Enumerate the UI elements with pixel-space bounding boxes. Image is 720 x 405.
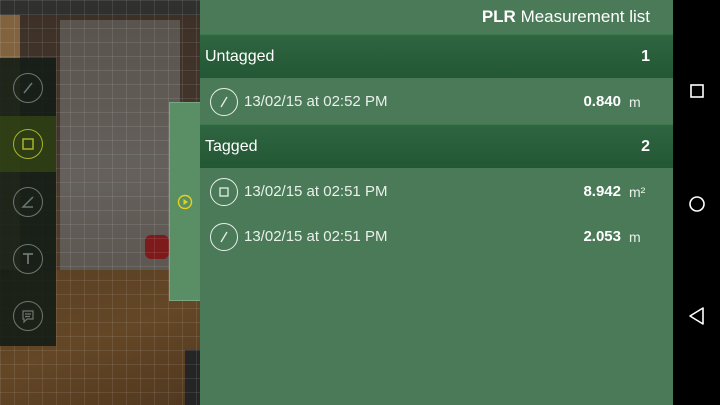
section-count: 2 xyxy=(641,137,650,155)
measurement-list-panel: PLR Measurement list Untagged 1 13/02/15… xyxy=(200,0,673,405)
area-measure-icon xyxy=(210,177,238,206)
measurement-row[interactable]: 13/02/15 at 02:51 PM 8.942 m² xyxy=(200,169,673,214)
section-label: Tagged xyxy=(205,137,258,155)
home-icon xyxy=(688,195,705,212)
section-label: Untagged xyxy=(205,47,275,65)
area-tool-icon xyxy=(22,138,34,150)
measurement-unit: m xyxy=(629,228,641,245)
angle-tool-button[interactable] xyxy=(0,174,56,230)
line-measure-icon xyxy=(210,87,238,116)
tool-strip xyxy=(0,58,56,346)
line-measure-icon xyxy=(210,222,238,251)
line-tool-icon xyxy=(23,82,33,94)
recents-button[interactable] xyxy=(686,80,708,102)
comment-tool-button[interactable] xyxy=(0,288,56,344)
measurement-row[interactable]: 13/02/15 at 02:52 PM 0.840 m xyxy=(200,79,673,124)
text-tool-icon xyxy=(23,253,33,264)
comment-tool-icon xyxy=(22,310,34,324)
measurement-datetime: 13/02/15 at 02:52 PM xyxy=(244,93,388,110)
panel-title: PLR Measurement list xyxy=(200,0,673,34)
measurement-unit: m² xyxy=(629,183,646,200)
measurement-datetime: 13/02/15 at 02:51 PM xyxy=(244,228,388,245)
panel-collapse-tab[interactable] xyxy=(169,102,200,301)
brand-label: PLR xyxy=(481,7,516,26)
measurement-value: 0.840 xyxy=(583,93,621,110)
measurement-datetime: 13/02/15 at 02:51 PM xyxy=(244,183,388,200)
recents-icon xyxy=(689,84,704,98)
area-tool-button[interactable] xyxy=(0,116,56,172)
measurement-row[interactable]: 13/02/15 at 02:51 PM 2.053 m xyxy=(200,214,673,259)
system-nav-bar xyxy=(673,0,720,405)
measurement-value: 8.942 xyxy=(583,183,621,200)
home-button[interactable] xyxy=(686,193,708,215)
play-circle-icon xyxy=(177,194,193,209)
section-header-tagged[interactable]: Tagged 2 xyxy=(200,124,673,168)
measurement-value: 2.053 xyxy=(583,228,621,245)
measurement-unit: m xyxy=(629,93,641,110)
section-count: 1 xyxy=(641,47,650,65)
text-tool-button[interactable] xyxy=(0,231,56,287)
back-button[interactable] xyxy=(686,305,708,327)
title-text: Measurement list xyxy=(520,7,650,26)
section-header-untagged[interactable]: Untagged 1 xyxy=(200,34,673,78)
line-tool-button[interactable] xyxy=(0,60,56,116)
back-icon xyxy=(688,307,704,325)
angle-tool-icon xyxy=(21,196,34,208)
